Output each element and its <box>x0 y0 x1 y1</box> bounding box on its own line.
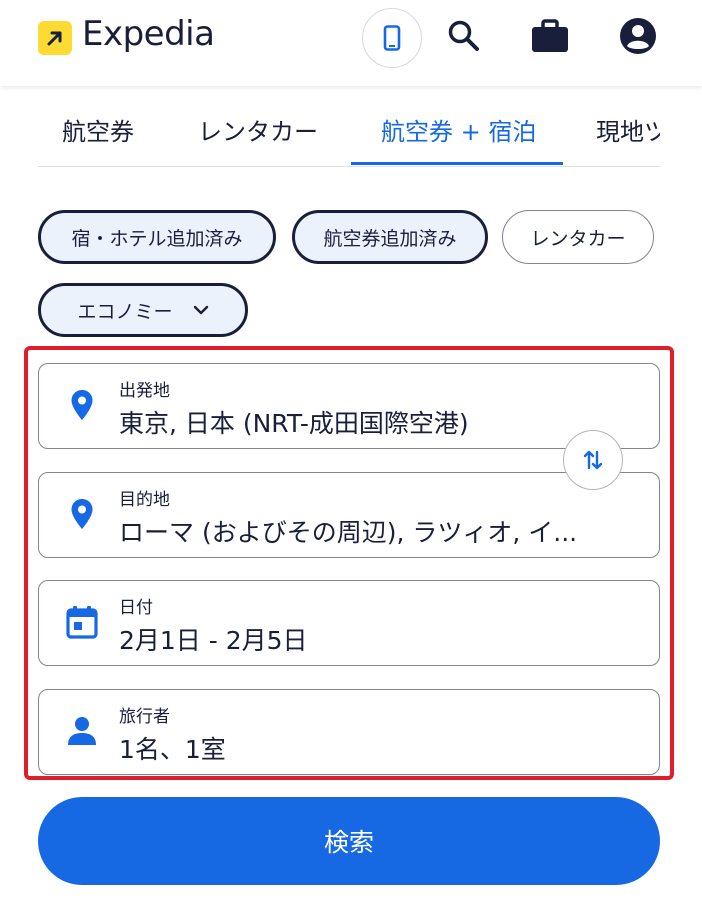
chevron-down-icon <box>193 305 209 315</box>
dates-value: 2月1日 - 2月5日 <box>119 626 308 655</box>
active-tab-indicator <box>351 162 563 165</box>
trips-button[interactable] <box>524 10 576 62</box>
phone-icon-button[interactable] <box>362 8 422 68</box>
destination-label: 目的地 <box>119 490 170 510</box>
tab-car-rental[interactable]: レンタカー <box>198 112 318 147</box>
tab-flights[interactable]: 航空券 <box>62 112 134 147</box>
cabin-class-dropdown[interactable]: エコノミー <box>38 283 248 337</box>
swap-locations-button[interactable] <box>563 430 623 490</box>
tab-activities[interactable]: 現地ツ <box>596 112 660 147</box>
search-submit-button[interactable]: 検索 <box>38 797 660 885</box>
account-button[interactable] <box>612 10 664 62</box>
dates-label: 日付 <box>119 598 153 618</box>
expedia-logo-icon[interactable] <box>38 21 72 55</box>
origin-label: 出発地 <box>119 381 170 401</box>
cabin-class-label: エコノミー <box>77 300 173 323</box>
travelers-label: 旅行者 <box>119 707 170 727</box>
search-icon <box>448 20 479 51</box>
product-tabs: 航空券 レンタカー 航空券 + 宿泊 現地ツ <box>38 86 660 167</box>
person-icon <box>65 714 99 748</box>
location-pin-icon <box>65 497 99 531</box>
origin-value: 東京, 日本 (NRT-成田国際空港) <box>119 409 469 438</box>
dates-field[interactable]: 日付 2月1日 - 2月5日 <box>38 580 660 666</box>
logo-text[interactable]: Expedia <box>82 14 215 54</box>
chip-hotel-added[interactable]: 宿・ホテル追加済み <box>38 210 276 264</box>
search-button[interactable] <box>438 10 490 62</box>
location-pin-icon <box>65 388 99 422</box>
chip-car-rental[interactable]: レンタカー <box>502 210 654 264</box>
destination-field[interactable]: 目的地 ローマ (およびその周辺), ラツィオ, イ... <box>38 472 660 558</box>
briefcase-icon <box>532 19 568 52</box>
phone-icon <box>383 25 401 51</box>
account-icon <box>620 18 656 54</box>
calendar-icon <box>65 605 99 639</box>
tab-flight-hotel[interactable]: 航空券 + 宿泊 <box>381 112 536 147</box>
chip-flight-added[interactable]: 航空券追加済み <box>292 210 488 264</box>
destination-value: ローマ (およびその周辺), ラツィオ, イ... <box>119 518 578 547</box>
swap-arrows-icon <box>583 450 603 470</box>
app-header: Expedia <box>0 0 702 86</box>
travelers-value: 1名、1室 <box>119 735 226 764</box>
travelers-field[interactable]: 旅行者 1名、1室 <box>38 689 660 775</box>
origin-field[interactable]: 出発地 東京, 日本 (NRT-成田国際空港) <box>38 363 660 449</box>
